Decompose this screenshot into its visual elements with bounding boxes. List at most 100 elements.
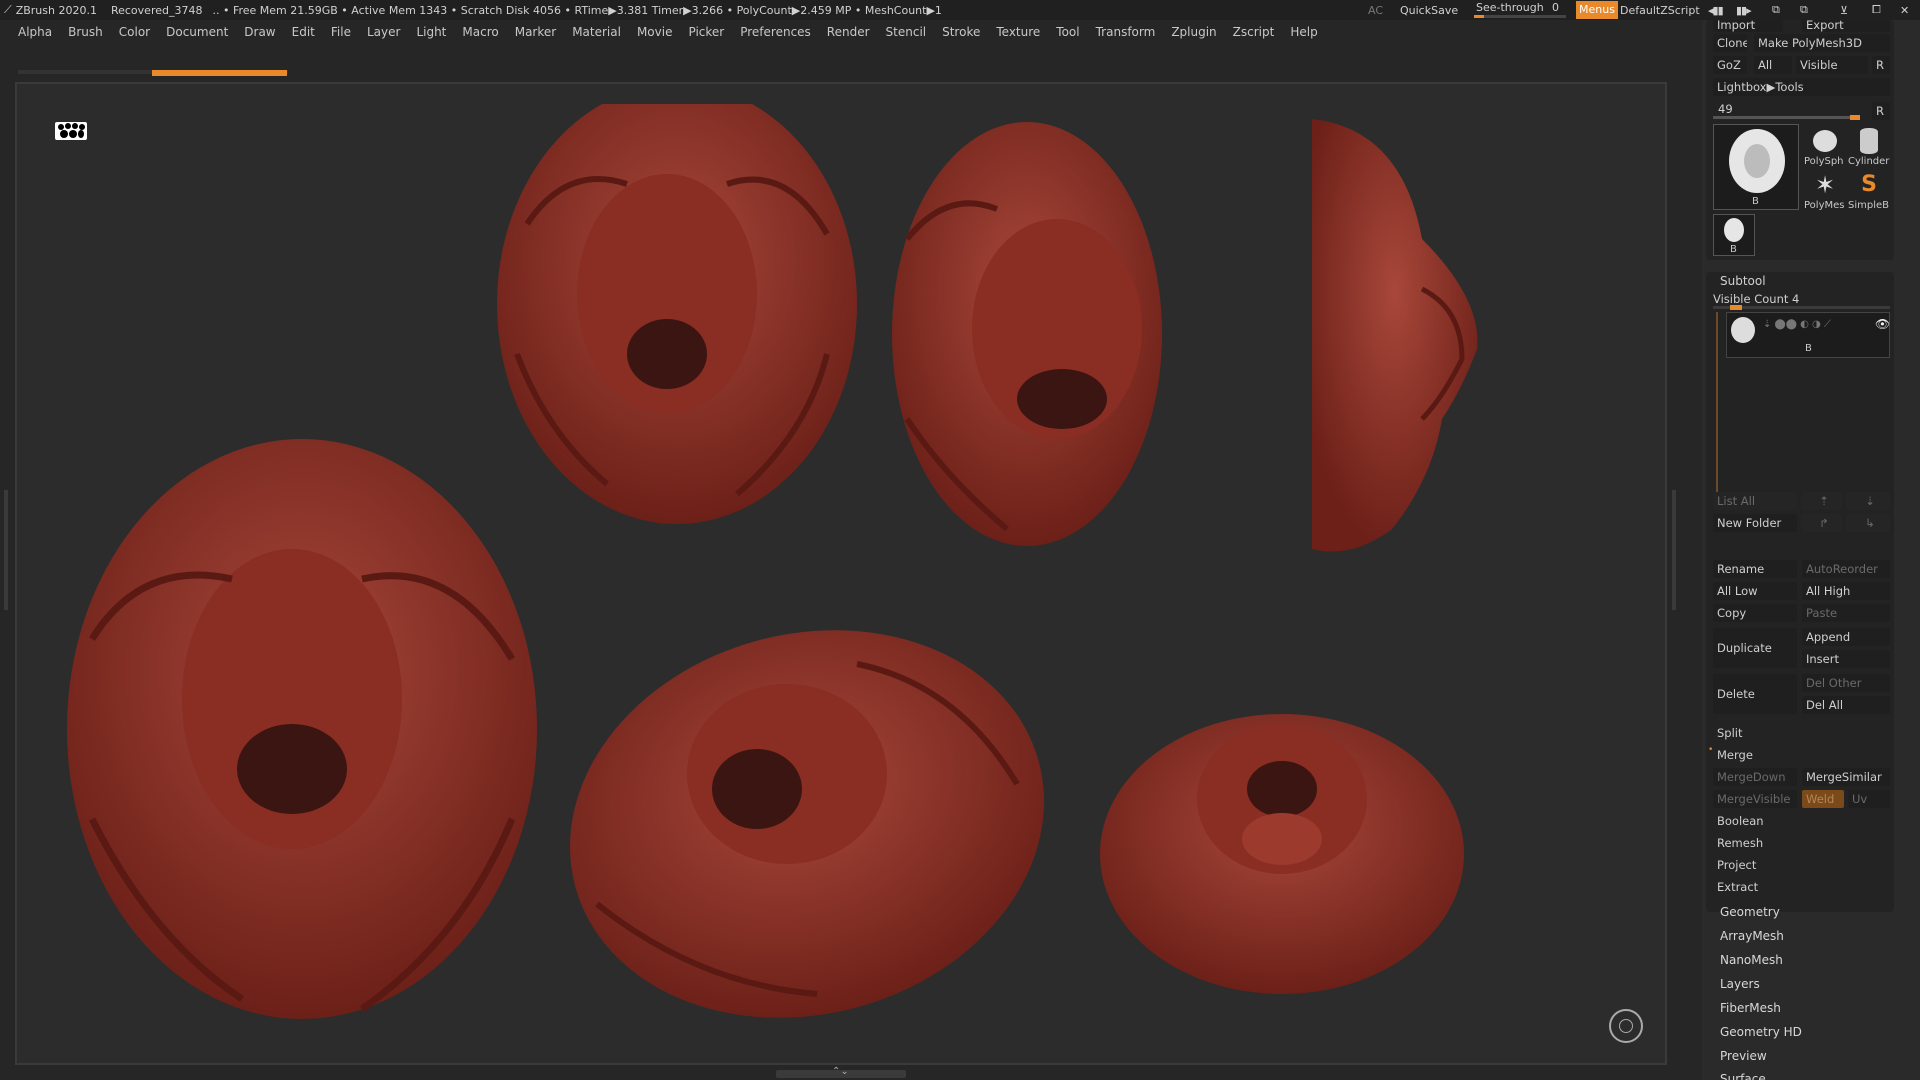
r-button[interactable]: R (1872, 56, 1890, 74)
all-high-button[interactable]: All High (1802, 582, 1890, 600)
subtool-scrollbar[interactable] (1716, 312, 1718, 492)
menu-material[interactable]: Material (572, 25, 621, 39)
subtool-item[interactable]: ⇣ ⬤⬤ ◐ ◑ ⟋ 👁 B (1726, 312, 1890, 358)
menu-file[interactable]: File (331, 25, 351, 39)
canvas-viewport[interactable] (15, 82, 1667, 1065)
layers-palette[interactable]: Layers (1720, 977, 1760, 991)
boolean-button[interactable]: Boolean (1713, 812, 1890, 830)
menu-draw[interactable]: Draw (244, 25, 275, 39)
list-all-button[interactable]: List All (1713, 492, 1797, 510)
subtool-icons[interactable]: ⇣ ⬤⬤ ◐ ◑ ⟋ (1763, 319, 1831, 330)
insert-button[interactable]: Insert (1802, 650, 1890, 668)
menu-texture[interactable]: Texture (996, 25, 1040, 39)
fibermesh-palette[interactable]: FiberMesh (1720, 1001, 1781, 1015)
window-layout-icon[interactable]: ⧉ (1772, 3, 1780, 17)
geometry-palette[interactable]: Geometry (1720, 905, 1780, 919)
seethrough-slider[interactable] (1474, 15, 1566, 18)
menus-toggle[interactable]: Menus (1576, 1, 1618, 19)
rename-button[interactable]: Rename (1713, 560, 1797, 578)
bottom-tray-toggle[interactable]: ⌃⌄ (776, 1066, 906, 1078)
merge-button[interactable]: Merge (1713, 746, 1890, 764)
duplicate-button[interactable]: Duplicate (1713, 628, 1797, 668)
folder-up-icon[interactable]: ↱ (1802, 514, 1842, 532)
folder-down-icon[interactable]: ↳ (1846, 514, 1890, 532)
visible-button[interactable]: Visible (1796, 56, 1868, 74)
visible-count-handle[interactable] (1730, 305, 1742, 310)
delete-button[interactable]: Delete (1713, 674, 1797, 714)
menu-movie[interactable]: Movie (637, 25, 673, 39)
menu-layer[interactable]: Layer (367, 25, 400, 39)
menu-document[interactable]: Document (166, 25, 228, 39)
lion-bottom-view[interactable] (1097, 679, 1467, 999)
lion-front-large-view[interactable] (62, 439, 542, 1029)
lion-side-view[interactable] (1312, 119, 1492, 559)
mergevisible-button[interactable]: MergeVisible (1713, 790, 1797, 808)
navigation-gizmo-icon[interactable] (1609, 1009, 1643, 1043)
weld-toggle[interactable]: Weld (1802, 790, 1844, 808)
lion-three-quarter-view[interactable] (887, 119, 1167, 549)
make-polymesh-button[interactable]: Make PolyMesh3D (1754, 34, 1890, 52)
split-button[interactable]: Split (1713, 724, 1890, 742)
polymesh-star-tool[interactable]: ✶ PolyMes (1804, 172, 1846, 212)
nanomesh-palette[interactable]: NanoMesh (1720, 953, 1783, 967)
copy-button[interactable]: Copy (1713, 604, 1797, 622)
menu-render[interactable]: Render (827, 25, 870, 39)
simplebrush-tool[interactable]: S SimpleB (1848, 172, 1890, 212)
restore-icon[interactable]: ⧠ (1872, 3, 1881, 17)
recent-tool-thumbnail[interactable]: B (1713, 214, 1755, 256)
menu-edit[interactable]: Edit (292, 25, 315, 39)
remesh-button[interactable]: Remesh (1713, 834, 1890, 852)
surface-palette[interactable]: Surface (1720, 1072, 1766, 1080)
close-icon[interactable]: ✕ (1900, 4, 1909, 17)
menu-light[interactable]: Light (416, 25, 446, 39)
minimize-icon[interactable]: ⊻ (1840, 4, 1848, 17)
menu-brush[interactable]: Brush (68, 25, 103, 39)
autoreorder-button[interactable]: AutoReorder (1802, 560, 1890, 578)
del-other-button[interactable]: Del Other (1802, 674, 1890, 692)
menu-preferences[interactable]: Preferences (740, 25, 811, 39)
menu-alpha[interactable]: Alpha (18, 25, 52, 39)
paste-button[interactable]: Paste (1802, 604, 1890, 622)
export-button[interactable]: Export (1802, 20, 1890, 32)
menu-help[interactable]: Help (1290, 25, 1317, 39)
project-button[interactable]: Project (1713, 856, 1890, 874)
layout-right-icon[interactable]: ▮▮▸ (1736, 4, 1752, 17)
tool-slider-handle[interactable] (1850, 115, 1860, 120)
default-zscript-button[interactable]: DefaultZScript (1620, 4, 1700, 17)
lightbox-tools-button[interactable]: Lightbox▶Tools (1713, 78, 1890, 96)
polysphere-tool[interactable]: PolySph (1804, 128, 1846, 168)
r-small-button[interactable]: R (1872, 102, 1890, 120)
lion-front-view[interactable] (487, 104, 867, 544)
menu-zscript[interactable]: Zscript (1233, 25, 1275, 39)
geometry-hd-palette[interactable]: Geometry HD (1720, 1025, 1802, 1039)
seethrough-slider-label[interactable]: See-through (1476, 1, 1544, 14)
goz-button[interactable]: GoZ (1713, 56, 1747, 74)
del-all-button[interactable]: Del All (1802, 696, 1890, 714)
mergesimilar-button[interactable]: MergeSimilar (1802, 768, 1890, 786)
all-button[interactable]: All (1754, 56, 1792, 74)
menu-stroke[interactable]: Stroke (942, 25, 980, 39)
menu-tool[interactable]: Tool (1056, 25, 1079, 39)
new-folder-button[interactable]: New Folder (1713, 514, 1797, 532)
menu-marker[interactable]: Marker (515, 25, 556, 39)
menu-transform[interactable]: Transform (1096, 25, 1156, 39)
arrow-down-icon[interactable]: ⇣ (1846, 492, 1890, 510)
subtool-title[interactable]: Subtool (1720, 274, 1766, 288)
cylinder-tool[interactable]: Cylinder (1848, 128, 1890, 168)
menu-macro[interactable]: Macro (462, 25, 498, 39)
preview-palette[interactable]: Preview (1720, 1049, 1767, 1063)
right-tray-toggle[interactable] (1672, 490, 1676, 610)
import-button[interactable]: Import (1713, 20, 1783, 32)
menu-zplugin[interactable]: Zplugin (1171, 25, 1216, 39)
append-button[interactable]: Append (1802, 628, 1890, 646)
window-tile-icon[interactable]: ⧉ (1800, 3, 1808, 17)
menu-stencil[interactable]: Stencil (886, 25, 927, 39)
mergedown-button[interactable]: MergeDown (1713, 768, 1797, 786)
extract-button[interactable]: Extract (1713, 878, 1890, 896)
arrow-up-icon[interactable]: ⇡ (1802, 492, 1842, 510)
quicksave-button[interactable]: QuickSave (1400, 4, 1458, 17)
all-low-button[interactable]: All Low (1713, 582, 1797, 600)
current-tool-thumbnail[interactable]: B (1713, 124, 1799, 210)
lion-tilted-view[interactable] (557, 604, 1057, 1024)
left-tray-toggle[interactable] (4, 490, 8, 610)
